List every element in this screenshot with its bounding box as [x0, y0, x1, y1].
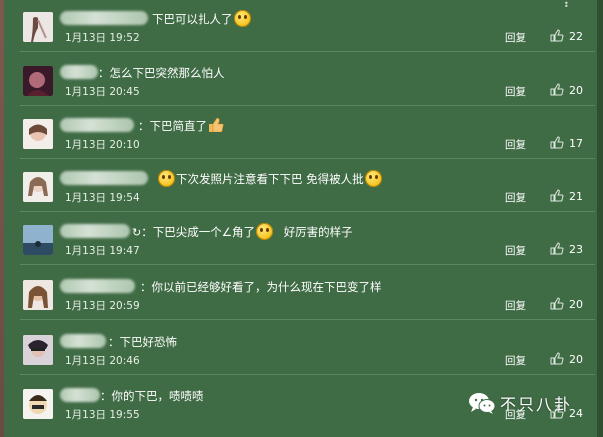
comment-date: 1月13日 19:55 [65, 409, 140, 421]
username-blurred[interactable] [60, 224, 130, 238]
username-blurred[interactable] [60, 171, 148, 185]
worried-emoji-icon [158, 170, 175, 187]
row-divider [20, 374, 595, 375]
refresh-icon: ↻ [132, 226, 142, 239]
comment-text-container: ：下巴简直了 [138, 117, 224, 135]
comment-text: ：下巴尖成一个∠角了 [141, 225, 256, 239]
thumbs-up-icon[interactable] [550, 189, 564, 202]
like-count: 20 [569, 298, 583, 311]
comment-text: ：你以前已经够好看了，为什么现在下巴变了样 [140, 280, 382, 294]
reply-button[interactable]: 回复 [505, 243, 526, 258]
row-divider [20, 319, 595, 320]
row-divider [20, 264, 595, 265]
username-blurred[interactable] [60, 334, 106, 348]
reply-button[interactable]: 回复 [505, 298, 526, 313]
scrollbar-track[interactable] [597, 0, 603, 437]
avatar[interactable] [23, 12, 53, 42]
thinking-emoji-icon [256, 223, 274, 240]
comment-row: ：下巴好恐怖 1月13日 20:46 回复 20 [20, 325, 595, 375]
avatar[interactable] [23, 225, 53, 255]
comment-text: ：下巴简直了 [138, 119, 207, 133]
comment-date: 1月13日 20:46 [65, 355, 140, 367]
reply-button[interactable]: 回复 [505, 137, 526, 152]
comment-row: 下次发照片注意看下下巴 免得被人批 1月13日 19:54 回复 21 [20, 162, 595, 212]
username-blurred[interactable] [60, 118, 134, 132]
comment-text: ：下巴好恐怖 [108, 335, 177, 349]
comment-row: ：怎么下巴突然那么怕人 1月13日 20:45 回复 20 [20, 56, 595, 106]
comment-text-container: ：怎么下巴突然那么怕人 [98, 64, 225, 82]
laughing-emoji-icon [233, 10, 251, 27]
like-count: 23 [569, 243, 583, 256]
comment-text: 下次发照片注意看下下巴 免得被人批 [176, 172, 364, 186]
thumbs-up-emoji-icon [209, 118, 224, 132]
comment-text: 下巴可以扎人了 [152, 12, 233, 26]
comment-text: ：你的下巴，啧啧啧 [100, 389, 204, 403]
comment-text-container: 下巴可以扎人了 [152, 10, 252, 28]
watermark-text: 不只八卦 [500, 395, 573, 414]
like-count: 17 [569, 137, 583, 150]
like-count: 22 [569, 30, 583, 43]
row-divider [20, 51, 595, 52]
avatar[interactable] [23, 389, 53, 419]
comment-text-container: ：下巴好恐怖 [108, 333, 177, 351]
comment-date: 1月13日 19:52 [65, 32, 140, 44]
thumbs-up-icon[interactable] [550, 83, 564, 96]
comment-date: 1月13日 20:45 [65, 86, 140, 98]
thumbs-up-icon[interactable] [550, 136, 564, 149]
username-blurred[interactable] [60, 279, 135, 293]
avatar[interactable] [23, 119, 53, 149]
reply-button[interactable]: 回复 [505, 30, 526, 45]
comment-date: 1月13日 20:59 [65, 300, 140, 312]
worried-emoji-icon [364, 170, 382, 187]
comment-row: ：你以前已经够好看了，为什么现在下巴变了样 1月13日 20:59 回复 20 [20, 270, 595, 320]
comment-row: 下巴可以扎人了 1月13日 19:52 回复 22 [20, 2, 595, 52]
like-count: 20 [569, 84, 583, 97]
comment-text-container: ：你以前已经够好看了，为什么现在下巴变了样 [140, 278, 382, 296]
comment-text: ：怎么下巴突然那么怕人 [98, 66, 225, 80]
comment-text-container: ：你的下巴，啧啧啧 [100, 387, 204, 405]
comment-text-container: 下次发照片注意看下下巴 免得被人批 [157, 170, 383, 188]
username-blurred[interactable] [60, 388, 100, 402]
thumbs-up-icon[interactable] [550, 297, 564, 310]
comment-date: 1月13日 19:54 [65, 192, 140, 204]
username-blurred[interactable] [60, 11, 148, 25]
reply-button[interactable]: 回复 [505, 190, 526, 205]
like-count: 20 [569, 353, 583, 366]
comment-row: ↻：下巴尖成一个∠角了 好厉害的样子 1月13日 19:47 回复 23 [20, 215, 595, 265]
thumbs-up-icon[interactable] [550, 242, 564, 255]
avatar[interactable] [23, 335, 53, 365]
reply-button[interactable]: 回复 [505, 353, 526, 368]
thumbs-up-icon[interactable] [550, 29, 564, 42]
avatar[interactable] [23, 172, 53, 202]
comment-text-continued: 好厉害的样子 [283, 225, 353, 239]
comment-row: ：下巴简直了 1月13日 20:10 回复 17 [20, 109, 595, 159]
username-blurred[interactable] [60, 65, 98, 79]
row-divider [20, 105, 595, 106]
like-count: 21 [569, 190, 583, 203]
avatar[interactable] [23, 280, 53, 310]
left-frame-edge [0, 0, 4, 437]
wechat-watermark: 不只八卦 [468, 392, 572, 414]
wechat-icon [469, 393, 496, 414]
thumbs-up-icon[interactable] [550, 352, 564, 365]
comment-date: 1月13日 19:47 [65, 245, 140, 257]
row-divider [20, 158, 595, 159]
comment-date: 1月13日 20:10 [65, 139, 140, 151]
reply-button[interactable]: 回复 [505, 84, 526, 99]
comment-text-container: ↻：下巴尖成一个∠角了 好厉害的样子 [132, 223, 353, 242]
row-divider [20, 211, 595, 212]
avatar[interactable] [23, 66, 53, 96]
